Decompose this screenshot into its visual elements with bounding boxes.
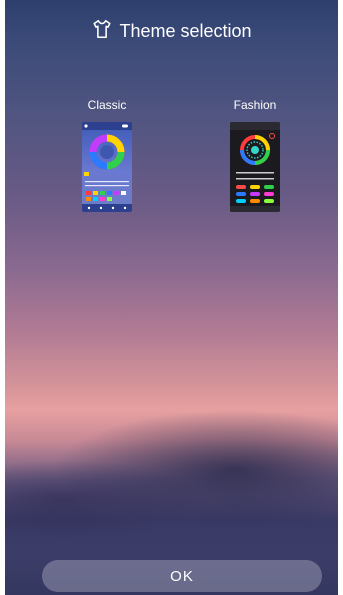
theme-preview-classic[interactable]: [82, 122, 132, 212]
theme-option-classic[interactable]: Classic: [67, 98, 147, 212]
page-title-text: Theme selection: [119, 21, 252, 41]
theme-label-fashion: Fashion: [233, 98, 277, 112]
ok-button[interactable]: OK: [42, 560, 322, 592]
theme-option-fashion[interactable]: Fashion: [215, 98, 295, 212]
theme-preview-fashion[interactable]: [230, 122, 280, 212]
page-title: Theme selection: [5, 18, 338, 45]
theme-label-classic: Classic: [87, 98, 127, 112]
shirt-icon: [91, 18, 113, 45]
theme-selection-screen: Theme selection Classic Fashion OK: [5, 0, 338, 595]
